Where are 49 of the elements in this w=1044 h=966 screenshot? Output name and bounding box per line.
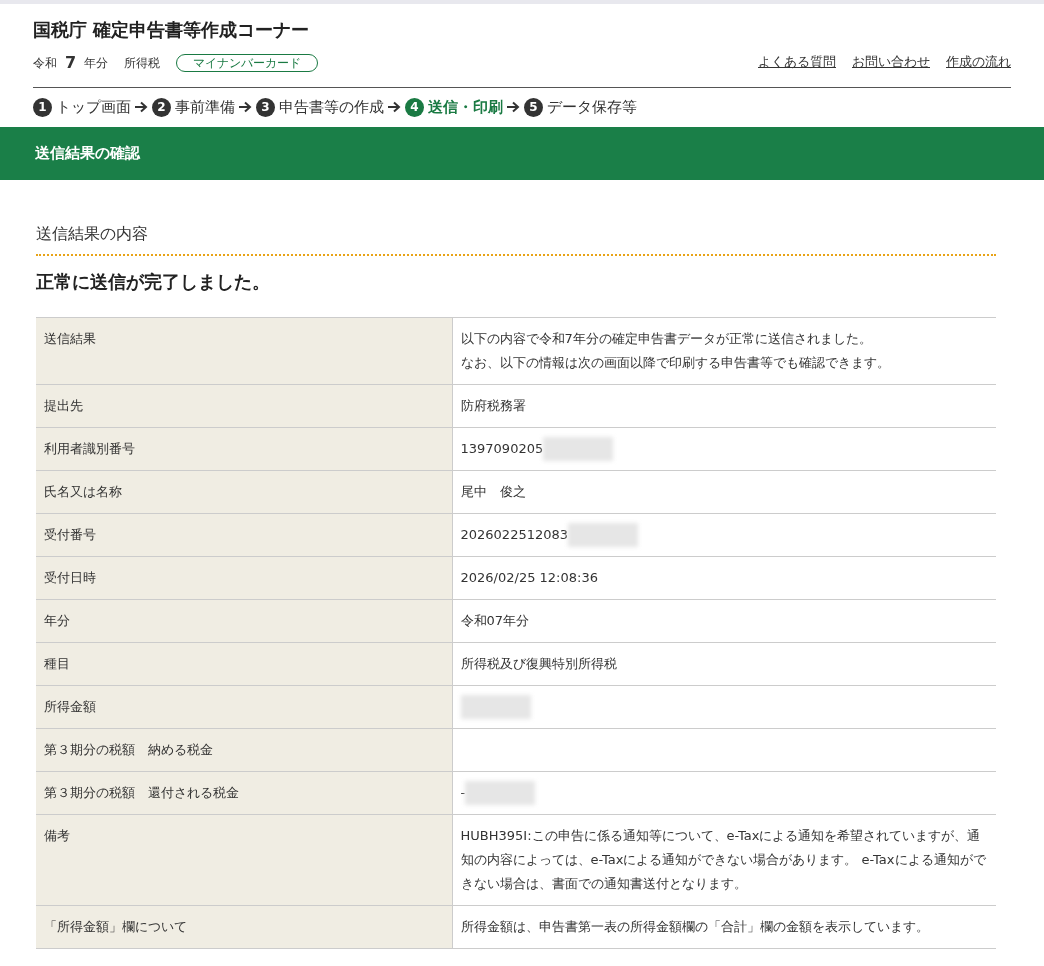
row-value: - [460, 783, 466, 802]
step-label: 送信・印刷 [428, 97, 503, 118]
row-label: 第３期分の税額 還付される税金 [36, 771, 452, 814]
era-label: 令和 [33, 55, 57, 72]
row-label: 氏名又は名称 [36, 470, 452, 513]
row-label: 種目 [36, 642, 452, 685]
year-value: 7 [65, 52, 77, 74]
page-banner: 送信結果の確認 [0, 126, 1044, 180]
year-suffix: 年分 [84, 55, 109, 72]
step-label: データ保存等 [547, 97, 637, 118]
row-label: 提出先 [36, 384, 452, 427]
section-title: 送信結果の内容 [36, 221, 996, 256]
row-value: 所得金額は、申告書第一表の所得金額欄の「合計」欄の金額を表示しています。 [460, 917, 929, 936]
arrow-icon [239, 101, 252, 114]
step-number: 3 [256, 97, 275, 117]
row-value: 2026022512083 [460, 525, 569, 544]
row-label: 受付番号 [36, 513, 452, 556]
row-label: 備考 [36, 814, 452, 905]
row-label: 第３期分の税額 納める税金 [36, 728, 452, 771]
row-value: 1397090205 [460, 439, 544, 458]
row-value: 2026/02/25 12:08:36 [460, 568, 598, 587]
row-label: 年分 [36, 599, 452, 642]
step-label: 事前準備 [175, 97, 235, 118]
header-link[interactable]: よくある質問 [758, 51, 836, 71]
result-message: 正常に送信が完了しました。 [36, 269, 271, 294]
header-link[interactable]: お問い合わせ [852, 51, 930, 71]
row-value: 防府税務署 [460, 396, 526, 415]
step-number: 5 [524, 97, 543, 117]
step-number: 1 [33, 97, 52, 117]
arrow-icon [388, 101, 401, 114]
row-label: 受付日時 [36, 556, 452, 599]
row-label: 「所得金額」欄について [36, 905, 452, 948]
row-value: 所得税及び復興特別所得税 [460, 654, 617, 673]
row-label: 送信結果 [36, 317, 452, 384]
step-number: 4 [405, 97, 424, 117]
row-label: 所得金額 [36, 685, 452, 728]
arrow-icon [507, 101, 520, 114]
row-value: 以下の内容で令和7年分の確定申告書データが正常に送信されました。 なお、以下の情報は次の画面以降で印刷する申告書等でも確認できます。 [460, 329, 890, 372]
step-number: 2 [152, 97, 171, 117]
row-value: HUBH395I:この申告に係る通知等について、e-Taxによる通知を希望されていますが、通知の内容によっては、e-Taxによる通知ができない場合があります。 e-Taxによる通知ができない場合は、書面での通知書送付となります。 [460, 826, 987, 893]
arrow-icon [135, 101, 148, 114]
row-value: 令和07年分 [460, 611, 530, 630]
header-link[interactable]: 作成の流れ [946, 51, 1011, 71]
row-value: 尾中 俊之 [460, 482, 526, 501]
site-title: 国税庁 確定申告書等作成コーナー [33, 18, 311, 42]
tax-type: 所得税 [124, 55, 161, 72]
step-label: トップ画面 [56, 97, 131, 118]
row-label: 利用者識別番号 [36, 427, 452, 470]
step-label: 申告書等の作成 [279, 97, 384, 118]
